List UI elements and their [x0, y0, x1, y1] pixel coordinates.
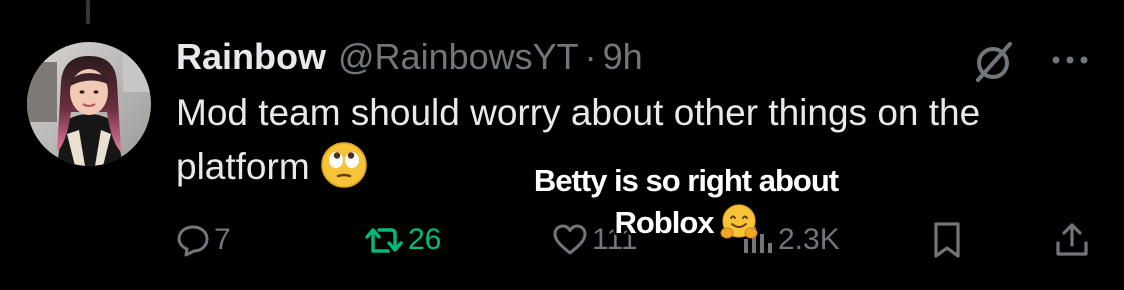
reply-count: 7 [214, 223, 231, 256]
hugging-face-emoji [720, 203, 758, 241]
avatar[interactable] [27, 42, 151, 166]
thread-connector-line [86, 0, 90, 24]
separator-dot: · [584, 36, 597, 77]
bookmark-icon [930, 220, 964, 260]
repost-count: 26 [408, 223, 442, 256]
display-name[interactable]: Rainbow [176, 36, 326, 78]
user-handle[interactable]: @RainbowsYT [338, 36, 579, 78]
repost-icon [364, 223, 404, 257]
timestamp[interactable]: 9h [603, 36, 643, 78]
bookmark-button[interactable] [930, 218, 964, 262]
repost-button[interactable]: 26 [364, 218, 441, 262]
grok-icon[interactable] [970, 38, 1016, 84]
tweet-header: Rainbow @RainbowsYT · 9h [176, 34, 643, 80]
share-icon [1054, 221, 1090, 259]
reply-icon [176, 223, 210, 257]
face-with-rolling-eyes-emoji [320, 141, 368, 189]
caption-line-2: Roblox [614, 205, 714, 240]
video-caption-overlay: Betty is so right about Roblox [456, 160, 916, 244]
more-icon[interactable] [1048, 48, 1092, 72]
reply-button[interactable]: 7 [176, 218, 231, 262]
share-button[interactable] [1054, 218, 1090, 262]
caption-line-2-wrap: Roblox [456, 202, 916, 244]
caption-line-1: Betty is so right about [533, 163, 839, 198]
